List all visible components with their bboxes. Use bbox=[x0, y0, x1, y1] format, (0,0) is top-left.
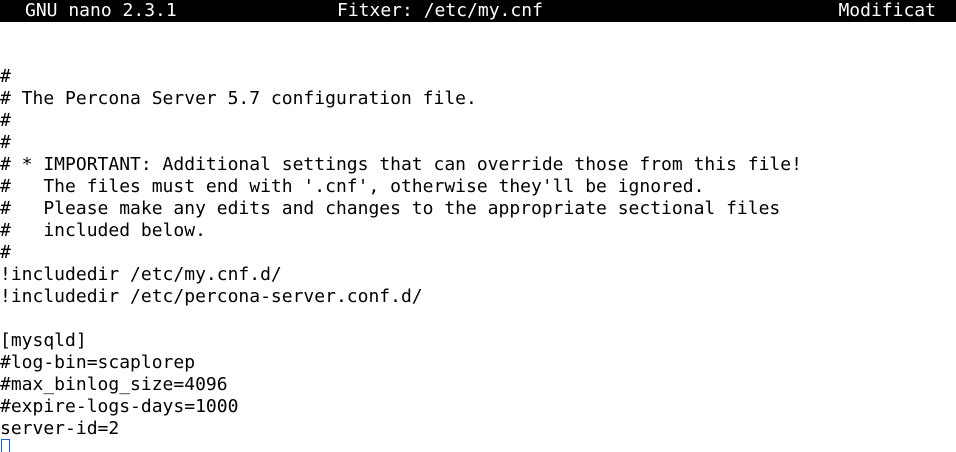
buffer-line[interactable] bbox=[0, 308, 956, 330]
buffer-line[interactable]: [mysqld] bbox=[0, 330, 956, 352]
buffer-line[interactable]: !includedir /etc/percona-server.conf.d/ bbox=[0, 286, 956, 308]
buffer-line[interactable]: # bbox=[0, 132, 956, 154]
modified-status: Modificat bbox=[838, 0, 936, 21]
buffer-line[interactable]: # bbox=[0, 242, 956, 264]
editor-buffer[interactable]: # # The Percona Server 5.7 configuration… bbox=[0, 66, 956, 440]
buffer-line[interactable]: # included below. bbox=[0, 220, 956, 242]
buffer-line[interactable]: # The files must end with '.cnf', otherw… bbox=[0, 176, 956, 198]
editor-version: GNU nano 2.3.1 bbox=[25, 0, 177, 21]
buffer-line[interactable]: # The Percona Server 5.7 configuration f… bbox=[0, 88, 956, 110]
buffer-line[interactable]: # * IMPORTANT: Additional settings that … bbox=[0, 154, 956, 176]
terminal-window[interactable]: GNU nano 2.3.1 Fitxer: /etc/my.cnf Modif… bbox=[0, 0, 956, 452]
buffer-line[interactable]: #expire-logs-days=1000 bbox=[0, 396, 956, 418]
file-name: Fitxer: /etc/my.cnf bbox=[337, 0, 543, 21]
buffer-line[interactable]: server-id=2 bbox=[0, 418, 956, 440]
buffer-line[interactable]: # Please make any edits and changes to t… bbox=[0, 198, 956, 220]
buffer-line[interactable]: # bbox=[0, 66, 956, 88]
buffer-line[interactable]: !includedir /etc/my.cnf.d/ bbox=[0, 264, 956, 286]
text-cursor bbox=[1, 439, 10, 452]
buffer-line[interactable]: #max_binlog_size=4096 bbox=[0, 374, 956, 396]
buffer-line[interactable]: #log-bin=scaplorep bbox=[0, 352, 956, 374]
nano-title-bar: GNU nano 2.3.1 Fitxer: /etc/my.cnf Modif… bbox=[0, 0, 956, 22]
buffer-line[interactable]: # bbox=[0, 110, 956, 132]
